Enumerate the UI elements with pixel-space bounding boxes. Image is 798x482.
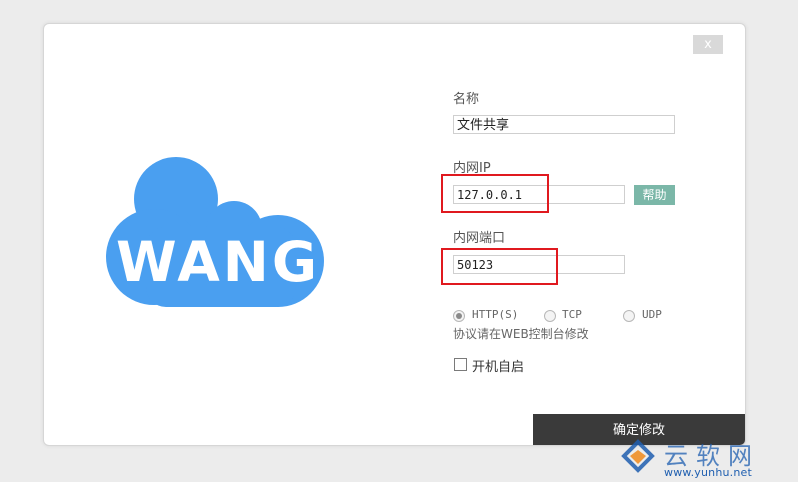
- autostart-label: 开机自启: [472, 360, 525, 375]
- name-label: 名称: [453, 92, 480, 107]
- logo-text: WANG: [116, 230, 320, 294]
- name-input[interactable]: 文件共享: [453, 115, 675, 134]
- highlight-ip-box: [441, 174, 549, 213]
- radio-udp-label: UDP: [642, 308, 662, 321]
- radio-http[interactable]: [453, 310, 465, 322]
- protocol-note: 协议请在WEB控制台修改: [453, 327, 589, 341]
- port-label: 内网端口: [453, 231, 506, 246]
- radio-udp[interactable]: [623, 310, 635, 322]
- autostart-checkbox[interactable]: [454, 358, 467, 371]
- highlight-port-box: [441, 248, 558, 285]
- cloud-logo: WANG: [106, 157, 324, 307]
- watermark-url: www.yunhu.net: [664, 466, 753, 479]
- radio-tcp-label: TCP: [562, 308, 582, 321]
- radio-http-label: HTTP(S): [472, 308, 519, 321]
- radio-tcp[interactable]: [544, 310, 556, 322]
- close-button[interactable]: x: [693, 35, 723, 54]
- help-button[interactable]: 帮助: [634, 185, 675, 205]
- settings-dialog: x WANG 名称 文件共享 内网IP 127.0.0.1 帮助 内网端口 50…: [43, 23, 746, 446]
